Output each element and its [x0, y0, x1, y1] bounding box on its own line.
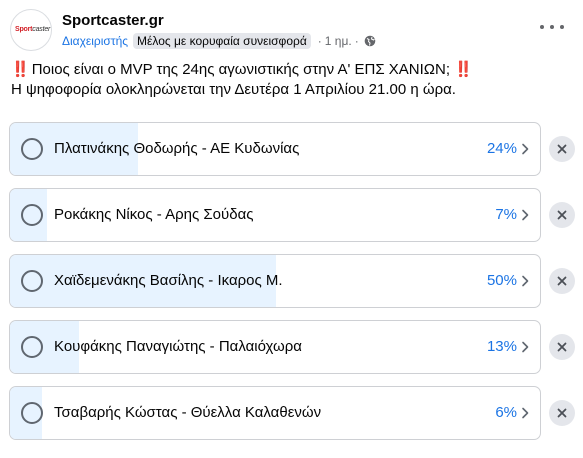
poll-option[interactable]: Χαϊδεμενάκης Βασίλης - Ικαρος Μ. 50%	[9, 254, 541, 308]
globe-icon	[364, 35, 376, 47]
post-time[interactable]: 1 ημ.	[325, 34, 352, 48]
close-icon[interactable]	[549, 334, 575, 360]
page-name[interactable]: Sportcaster.gr	[62, 12, 164, 29]
radio-button[interactable]	[21, 204, 43, 226]
chevron-right-icon[interactable]	[521, 275, 529, 287]
vote-percentage[interactable]: 24%	[487, 123, 517, 175]
chevron-right-icon[interactable]	[521, 407, 529, 419]
chevron-right-icon[interactable]	[521, 341, 529, 353]
post-text: ‼️ Ποιος είναι ο MVP της 24ης αγωνιστική…	[11, 60, 576, 100]
meta-separator-2: ·	[354, 34, 359, 48]
poll-option[interactable]: Πλατινάκης Θοδωρής - ΑΕ Κυδωνίας 24%	[9, 122, 541, 176]
poll-option[interactable]: Κουφάκης Παναγιώτης - Παλαιόχωρα 13%	[9, 320, 541, 374]
option-label: Τσαβαρής Κώστας - Θύελλα Καλαθενών	[54, 404, 322, 421]
option-label: Ροκάκης Νίκος - Αρης Σούδας	[54, 206, 254, 223]
close-icon[interactable]	[549, 202, 575, 228]
radio-button[interactable]	[21, 402, 43, 424]
vote-percentage[interactable]: 13%	[487, 321, 517, 373]
radio-button[interactable]	[21, 336, 43, 358]
post-meta: Διαχειριστής Μέλος με κορυφαία συνεισφορ…	[62, 32, 376, 50]
avatar[interactable]: Sportcaster	[10, 9, 52, 51]
close-icon[interactable]	[549, 400, 575, 426]
vote-percentage[interactable]: 6%	[495, 387, 517, 439]
vote-percentage[interactable]: 50%	[487, 255, 517, 307]
vote-percentage[interactable]: 7%	[495, 189, 517, 241]
radio-button[interactable]	[21, 138, 43, 160]
contributor-badge[interactable]: Μέλος με κορυφαία συνεισφορά	[133, 33, 311, 49]
more-options-icon[interactable]	[540, 19, 564, 35]
poll-option[interactable]: Τσαβαρής Κώστας - Θύελλα Καλαθενών 6%	[9, 386, 541, 440]
role-label[interactable]: Διαχειριστής	[62, 34, 128, 48]
double-exclamation-icon: ‼️	[11, 61, 30, 78]
post-header: Sportcaster Sportcaster.gr Διαχειριστής …	[10, 9, 580, 53]
radio-button[interactable]	[21, 270, 43, 292]
option-label: Πλατινάκης Θοδωρής - ΑΕ Κυδωνίας	[54, 140, 300, 157]
chevron-right-icon[interactable]	[521, 209, 529, 221]
double-exclamation-icon: ‼️	[454, 61, 473, 78]
option-label: Χαϊδεμενάκης Βασίλης - Ικαρος Μ.	[54, 272, 283, 289]
poll-option[interactable]: Ροκάκης Νίκος - Αρης Σούδας 7%	[9, 188, 541, 242]
meta-separator: ·	[317, 34, 322, 48]
poll-subtitle: Η ψηφοφορία ολοκληρώνεται την Δευτέρα 1 …	[11, 81, 456, 98]
option-label: Κουφάκης Παναγιώτης - Παλαιόχωρα	[54, 338, 302, 355]
chevron-right-icon[interactable]	[521, 143, 529, 155]
close-icon[interactable]	[549, 268, 575, 294]
avatar-logo: Sportcaster	[15, 26, 51, 33]
poll-question: Ποιος είναι ο MVP της 24ης αγωνιστικής σ…	[31, 61, 450, 78]
close-icon[interactable]	[549, 136, 575, 162]
